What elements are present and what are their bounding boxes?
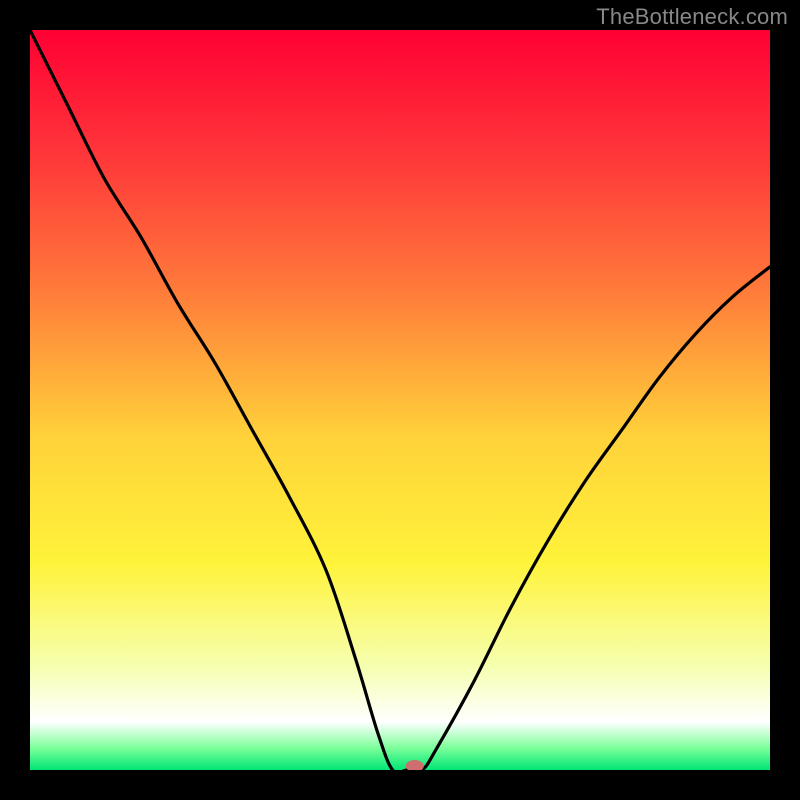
bottleneck-chart <box>30 30 770 770</box>
plot-outer <box>30 30 770 770</box>
chart-background <box>30 30 770 770</box>
watermark-text: TheBottleneck.com <box>596 4 788 30</box>
chart-frame: TheBottleneck.com <box>0 0 800 800</box>
